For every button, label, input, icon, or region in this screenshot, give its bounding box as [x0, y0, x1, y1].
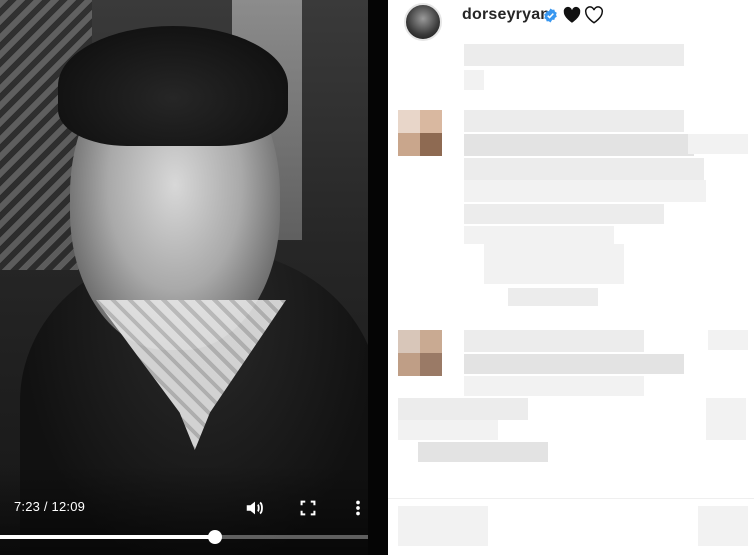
- action-bar-divider: [388, 498, 754, 499]
- blurred-comment: [464, 204, 664, 224]
- blurred-action-bar: [698, 506, 748, 546]
- blurred-comment: [398, 420, 498, 440]
- blurred-comment: [464, 158, 704, 180]
- video-progress-fill: [0, 535, 215, 539]
- comment-avatar[interactable]: [398, 110, 442, 156]
- blurred-comment: [508, 288, 598, 306]
- blurred-comment: [464, 354, 684, 374]
- page: 7:23 / 12:09 dorseyryan: [0, 0, 754, 555]
- post-username[interactable]: dorseyryan: [462, 6, 550, 24]
- blurred-comment: [464, 110, 684, 132]
- comments-panel: dorseyryan: [388, 0, 754, 555]
- blurred-caption: [464, 70, 484, 90]
- more-vertical-icon[interactable]: [348, 497, 368, 519]
- video-person-hair: [58, 26, 288, 146]
- profile-avatar[interactable]: [404, 3, 442, 41]
- video-player[interactable]: 7:23 / 12:09: [0, 0, 368, 555]
- volume-icon[interactable]: [244, 497, 266, 519]
- blurred-comment: [464, 180, 706, 202]
- blurred-comment: [464, 376, 644, 396]
- blurred-comment: [464, 226, 614, 244]
- fullscreen-icon[interactable]: [297, 497, 319, 519]
- blurred-comment: [708, 330, 748, 350]
- video-progress-bar[interactable]: [0, 530, 368, 544]
- comment-avatar[interactable]: [398, 330, 442, 376]
- blurred-action-bar: [398, 506, 488, 546]
- blurred-comment: [464, 330, 644, 352]
- blurred-comment: [688, 134, 748, 154]
- blurred-comment: [706, 398, 746, 440]
- video-time: 7:23 / 12:09: [14, 499, 86, 514]
- blurred-comment: [418, 442, 548, 462]
- blurred-comment: [484, 244, 624, 284]
- blurred-comment: [464, 134, 694, 156]
- verified-badge-icon: [543, 8, 558, 23]
- blurred-caption: [464, 44, 684, 66]
- blurred-comment: [398, 398, 528, 420]
- video-progress-handle[interactable]: [207, 530, 222, 544]
- black-heart-icon: [562, 6, 582, 24]
- white-heart-icon: [584, 6, 604, 24]
- panel-divider: [368, 0, 388, 555]
